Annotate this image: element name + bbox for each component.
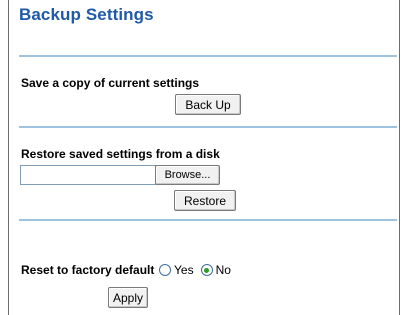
reset-yes-radio[interactable] <box>159 264 171 276</box>
restore-label: Restore saved settings from a disk <box>21 147 220 161</box>
back-up-button[interactable]: Back Up <box>175 94 241 115</box>
page-title: Backup Settings <box>19 5 154 24</box>
section-divider <box>19 126 397 128</box>
apply-button[interactable]: Apply <box>108 287 148 308</box>
browse-button[interactable]: Browse... <box>155 165 220 185</box>
reset-no-label: No <box>215 263 231 277</box>
reset-radio-group: Yes No <box>159 263 238 277</box>
reset-label: Reset to factory default <box>21 263 155 277</box>
settings-panel: Backup Settings Save a copy of current s… <box>8 0 400 315</box>
restore-file-input[interactable] <box>20 165 157 185</box>
restore-button[interactable]: Restore <box>174 190 236 211</box>
reset-no-radio[interactable] <box>200 264 213 276</box>
section-divider <box>19 55 397 57</box>
reset-yes-label: Yes <box>174 263 194 277</box>
section-divider <box>19 219 397 221</box>
backup-label: Save a copy of current settings <box>21 76 200 90</box>
